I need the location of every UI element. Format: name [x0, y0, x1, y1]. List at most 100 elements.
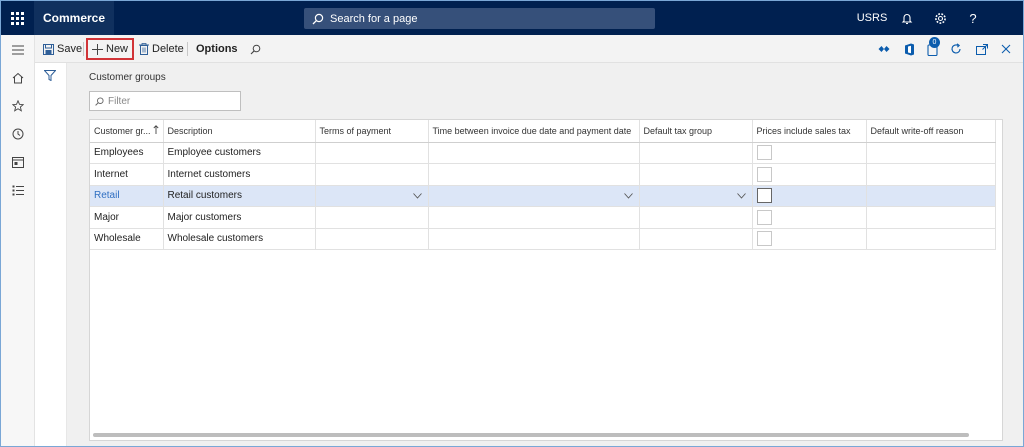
cell-time-between-dates[interactable] [428, 142, 640, 164]
toolbar-separator [83, 42, 84, 56]
column-header-prices-include-tax[interactable]: Prices include sales tax [752, 120, 867, 143]
cell-customer-group[interactable]: Wholesale [90, 228, 164, 250]
help-button[interactable]: ? [958, 1, 988, 35]
cell-time-between-dates[interactable] [428, 206, 640, 229]
nav-favorites-button[interactable] [1, 92, 34, 120]
nav-modules-button[interactable] [1, 176, 34, 204]
table-row[interactable]: Major Major customers [90, 206, 996, 229]
delete-button[interactable]: Delete [135, 38, 188, 60]
time-between-dates-dropdown[interactable] [428, 185, 640, 207]
sort-ascending-icon [152, 125, 159, 134]
filter-pane [35, 63, 67, 446]
horizontal-scrollbar[interactable] [93, 433, 969, 437]
column-header-customer-group[interactable]: Customer gr... [90, 120, 164, 143]
open-new-window-button[interactable] [973, 40, 991, 58]
action-search-button[interactable] [246, 38, 268, 60]
cell-terms-of-payment[interactable] [315, 142, 429, 164]
settings-button[interactable] [925, 1, 955, 35]
company-picker[interactable]: USRS [852, 1, 892, 35]
prices-include-tax-checkbox[interactable] [756, 145, 772, 161]
page-title: Customer groups [89, 72, 166, 83]
close-page-button[interactable] [997, 40, 1015, 58]
waffle-icon [11, 11, 24, 25]
cell-prices-include-tax [752, 163, 867, 186]
navigation-pane [1, 35, 35, 446]
new-label: New [106, 43, 129, 55]
column-header-default-write-off-reason[interactable]: Default write-off reason [866, 120, 996, 143]
cell-default-tax-group[interactable] [639, 142, 753, 164]
quick-filter-input[interactable]: Filter [89, 91, 241, 111]
cell-default-write-off-reason[interactable] [866, 163, 996, 186]
grid-table: Customer gr... Description Terms of paym… [90, 120, 996, 250]
column-header-time-between-dates[interactable]: Time between invoice due date and paymen… [428, 120, 640, 143]
expand-nav-button[interactable] [1, 36, 34, 64]
cell-default-tax-group[interactable] [639, 163, 753, 186]
power-apps-button[interactable] [875, 40, 893, 58]
cell-description[interactable]: Employee customers [163, 142, 316, 164]
cell-customer-group[interactable]: Employees [90, 142, 164, 164]
cell-description[interactable]: Internet customers [163, 163, 316, 186]
cell-terms-of-payment[interactable] [315, 163, 429, 186]
filter-icon [43, 70, 57, 82]
prices-include-tax-checkbox[interactable] [756, 188, 772, 204]
office-button[interactable] [900, 40, 918, 58]
hamburger-icon [11, 45, 24, 55]
save-button[interactable]: Save [39, 38, 86, 60]
cell-time-between-dates[interactable] [428, 228, 640, 250]
pop-out-icon [976, 43, 988, 55]
app-title[interactable]: Commerce [34, 1, 115, 35]
column-header-terms-of-payment[interactable]: Terms of payment [315, 120, 429, 143]
cell-prices-include-tax [752, 185, 867, 207]
attachments-count-badge: 0 [929, 37, 940, 48]
company-label: USRS [856, 12, 888, 24]
column-header-default-tax-group[interactable]: Default tax group [639, 120, 753, 143]
cell-time-between-dates[interactable] [428, 163, 640, 186]
cell-default-write-off-reason[interactable] [866, 206, 996, 229]
default-tax-group-dropdown[interactable] [639, 185, 753, 207]
cell-description[interactable]: Retail customers [163, 185, 316, 207]
cell-terms-of-payment[interactable] [315, 206, 429, 229]
refresh-button[interactable] [947, 40, 965, 58]
terms-of-payment-dropdown[interactable] [315, 185, 429, 207]
global-search-box[interactable]: Search for a page [304, 8, 655, 29]
cell-customer-group[interactable]: Major [90, 206, 164, 229]
cell-description[interactable]: Major customers [163, 206, 316, 229]
refresh-icon [951, 43, 961, 54]
table-row[interactable]: Employees Employee customers [90, 142, 996, 164]
notifications-button[interactable] [892, 1, 922, 35]
trash-icon [139, 43, 149, 55]
cell-default-write-off-reason[interactable] [866, 185, 996, 207]
cell-default-tax-group[interactable] [639, 228, 753, 250]
cell-customer-group[interactable]: Internet [90, 163, 164, 186]
cell-default-tax-group[interactable] [639, 206, 753, 229]
workspace-icon [11, 156, 24, 168]
table-row-selected[interactable]: Retail Retail customers [90, 185, 996, 207]
options-tab[interactable]: Options [192, 38, 242, 60]
star-icon [11, 100, 24, 112]
nav-workspaces-button[interactable] [1, 148, 34, 176]
cell-default-write-off-reason[interactable] [866, 142, 996, 164]
top-nav-bar: Commerce Search for a page USRS ? [1, 1, 1023, 35]
new-button[interactable]: New [86, 38, 135, 60]
show-filters-button[interactable] [43, 70, 57, 84]
home-icon [12, 72, 23, 84]
app-launcher-button[interactable] [1, 1, 34, 35]
prices-include-tax-checkbox[interactable] [756, 209, 772, 225]
cell-default-write-off-reason[interactable] [866, 228, 996, 250]
cell-customer-group[interactable]: Retail [90, 185, 164, 207]
quick-filter-placeholder: Filter [108, 95, 131, 107]
column-header-description[interactable]: Description [163, 120, 316, 143]
customer-groups-grid: Customer gr... Description Terms of paym… [89, 119, 1003, 441]
main-content: Customer groups Filter Customer gr... De… [67, 63, 1023, 446]
nav-home-button[interactable] [1, 64, 34, 92]
prices-include-tax-checkbox[interactable] [756, 166, 772, 182]
attachments-button[interactable]: 0 [923, 37, 941, 58]
nav-recent-button[interactable] [1, 120, 34, 148]
cell-prices-include-tax [752, 206, 867, 229]
bell-icon [901, 13, 913, 24]
table-row[interactable]: Wholesale Wholesale customers [90, 228, 996, 250]
cell-terms-of-payment[interactable] [315, 228, 429, 250]
table-row[interactable]: Internet Internet customers [90, 163, 996, 186]
prices-include-tax-checkbox[interactable] [756, 231, 772, 247]
cell-description[interactable]: Wholesale customers [163, 228, 316, 250]
